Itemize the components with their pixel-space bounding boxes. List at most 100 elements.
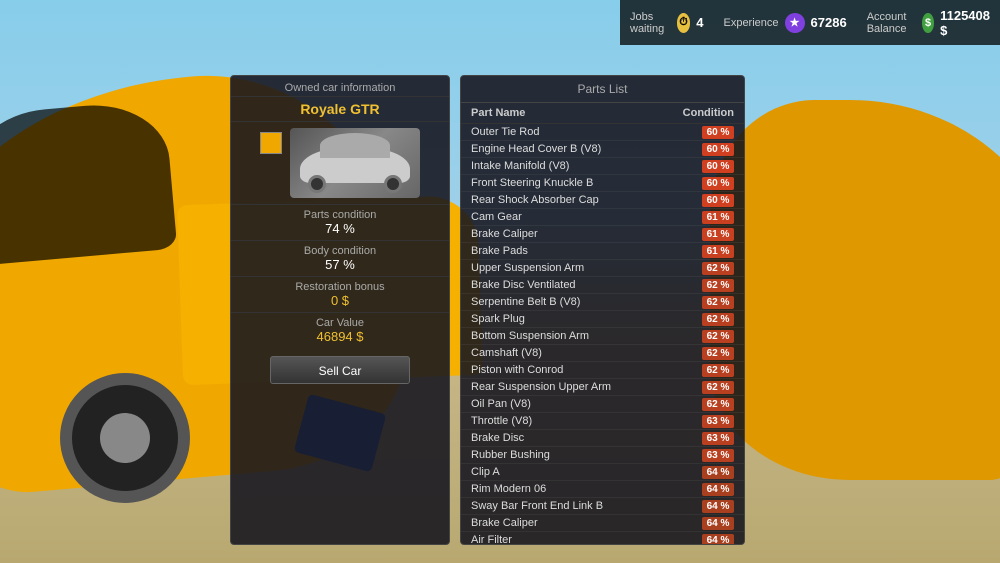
table-row[interactable]: Rubber Bushing 63 % <box>461 447 744 464</box>
table-row[interactable]: Air Filter 64 % <box>461 532 744 544</box>
restoration-bonus-label: Restoration bonus <box>239 281 441 293</box>
part-name: Air Filter <box>471 534 512 544</box>
table-row[interactable]: Upper Suspension Arm 62 % <box>461 260 744 277</box>
car-value-value: 46894 $ <box>239 329 441 344</box>
car-wheel <box>60 373 190 503</box>
part-condition-badge: 62 % <box>702 262 734 275</box>
car-name: Royale GTR <box>231 97 449 122</box>
balance-section: Account Balance $ 1125408 $ <box>867 8 990 38</box>
part-condition-badge: 60 % <box>702 177 734 190</box>
part-condition-badge: 64 % <box>702 500 734 513</box>
table-row[interactable]: Camshaft (V8)62 % <box>461 345 744 362</box>
table-row[interactable]: Clip A 64 % <box>461 464 744 481</box>
part-condition-badge: 62 % <box>702 347 734 360</box>
table-row[interactable]: Oil Pan (V8)62 % <box>461 396 744 413</box>
part-condition-badge: 60 % <box>702 194 734 207</box>
part-name: Rear Suspension Upper Arm <box>471 381 611 393</box>
table-row[interactable]: Serpentine Belt B (V8)62 % <box>461 294 744 311</box>
car-thumbnail-area <box>231 122 449 204</box>
part-condition-badge: 62 % <box>702 296 734 309</box>
car-value-block: Car Value 46894 $ <box>231 312 449 348</box>
table-row[interactable]: Engine Head Cover B (V8)60 % <box>461 141 744 158</box>
xp-icon: ★ <box>785 13 805 33</box>
table-row[interactable]: Bottom Suspension Arm 62 % <box>461 328 744 345</box>
parts-header: Part Name Condition <box>461 103 744 124</box>
part-name: Bottom Suspension Arm <box>471 330 589 342</box>
part-name: Oil Pan (V8) <box>471 398 531 410</box>
table-row[interactable]: Brake Disc 63 % <box>461 430 744 447</box>
car-info-title: Owned car information <box>231 76 449 97</box>
part-name: Intake Manifold (V8) <box>471 160 569 172</box>
part-condition-badge: 62 % <box>702 381 734 394</box>
part-name: Rim Modern 06 <box>471 483 546 495</box>
part-condition-badge: 62 % <box>702 364 734 377</box>
body-condition-value: 57 % <box>239 257 441 272</box>
table-row[interactable]: Rim Modern 06 64 % <box>461 481 744 498</box>
part-name: Brake Disc <box>471 432 524 444</box>
xp-section: Experience ★ 67286 <box>723 13 846 33</box>
table-row[interactable]: Brake Caliper 64 % <box>461 515 744 532</box>
car-thumbnail <box>290 128 420 198</box>
part-condition-badge: 64 % <box>702 466 734 479</box>
balance-value: 1125408 $ <box>940 8 990 38</box>
part-name: Spark Plug <box>471 313 525 325</box>
part-name: Brake Disc Ventilated <box>471 279 576 291</box>
part-name: Brake Caliper <box>471 228 538 240</box>
parts-list-panel: Parts List Part Name Condition Outer Tie… <box>460 75 745 545</box>
color-swatch <box>260 132 282 154</box>
parts-panel-title: Parts List <box>461 76 744 103</box>
part-name: Sway Bar Front End Link B <box>471 500 603 512</box>
xp-label: Experience <box>723 17 778 29</box>
xp-value: 67286 <box>811 15 847 30</box>
hud-bar: Jobs waiting ⏱ 4 Experience ★ 67286 Acco… <box>620 0 1000 45</box>
money-icon: $ <box>922 13 934 33</box>
col-condition: Condition <box>683 107 734 119</box>
part-condition-badge: 62 % <box>702 330 734 343</box>
part-name: Brake Caliper <box>471 517 538 529</box>
part-name: Piston with Conrod <box>471 364 563 376</box>
balance-label: Account Balance <box>867 11 916 35</box>
sell-car-button[interactable]: Sell Car <box>270 356 410 384</box>
restoration-bonus-value: 0 $ <box>239 293 441 308</box>
jobs-value: 4 <box>696 15 703 30</box>
body-condition-block: Body condition 57 % <box>231 240 449 276</box>
table-row[interactable]: Rear Suspension Upper Arm 62 % <box>461 379 744 396</box>
parts-condition-label: Parts condition <box>239 209 441 221</box>
table-row[interactable]: Piston with Conrod 62 % <box>461 362 744 379</box>
parts-condition-value: 74 % <box>239 221 441 236</box>
part-condition-badge: 64 % <box>702 483 734 496</box>
part-condition-badge: 64 % <box>702 517 734 530</box>
clock-icon: ⏱ <box>677 13 690 33</box>
jobs-label: Jobs waiting <box>630 11 671 35</box>
part-condition-badge: 64 % <box>702 534 734 545</box>
part-condition-badge: 63 % <box>702 432 734 445</box>
body-condition-label: Body condition <box>239 245 441 257</box>
table-row[interactable]: Sway Bar Front End Link B 64 % <box>461 498 744 515</box>
table-row[interactable]: Rear Shock Absorber Cap60 % <box>461 192 744 209</box>
part-name: Upper Suspension Arm <box>471 262 584 274</box>
restoration-bonus-block: Restoration bonus 0 $ <box>231 276 449 312</box>
part-name: Brake Pads <box>471 245 528 257</box>
part-condition-badge: 61 % <box>702 245 734 258</box>
table-row[interactable]: Spark Plug 62 % <box>461 311 744 328</box>
part-condition-badge: 60 % <box>702 126 734 139</box>
car-body-right <box>710 100 1000 480</box>
part-name: Throttle (V8) <box>471 415 532 427</box>
table-row[interactable]: Cam Gear61 % <box>461 209 744 226</box>
table-row[interactable]: Front Steering Knuckle B 60 % <box>461 175 744 192</box>
part-condition-badge: 60 % <box>702 160 734 173</box>
table-row[interactable]: Intake Manifold (V8) 60 % <box>461 158 744 175</box>
table-row[interactable]: Throttle (V8)63 % <box>461 413 744 430</box>
car-thumb-wheel-rear <box>384 175 402 193</box>
part-name: Rubber Bushing <box>471 449 550 461</box>
part-name: Clip A <box>471 466 500 478</box>
table-row[interactable]: Outer Tie Rod60 % <box>461 124 744 141</box>
car-thumb-wheel-front <box>308 175 326 193</box>
table-row[interactable]: Brake Disc Ventilated62 % <box>461 277 744 294</box>
part-condition-badge: 63 % <box>702 449 734 462</box>
table-row[interactable]: Brake Pads 61 % <box>461 243 744 260</box>
table-row[interactable]: Brake Caliper61 % <box>461 226 744 243</box>
jobs-section: Jobs waiting ⏱ 4 <box>630 11 703 35</box>
part-condition-badge: 62 % <box>702 313 734 326</box>
part-name: Front Steering Knuckle B <box>471 177 593 189</box>
